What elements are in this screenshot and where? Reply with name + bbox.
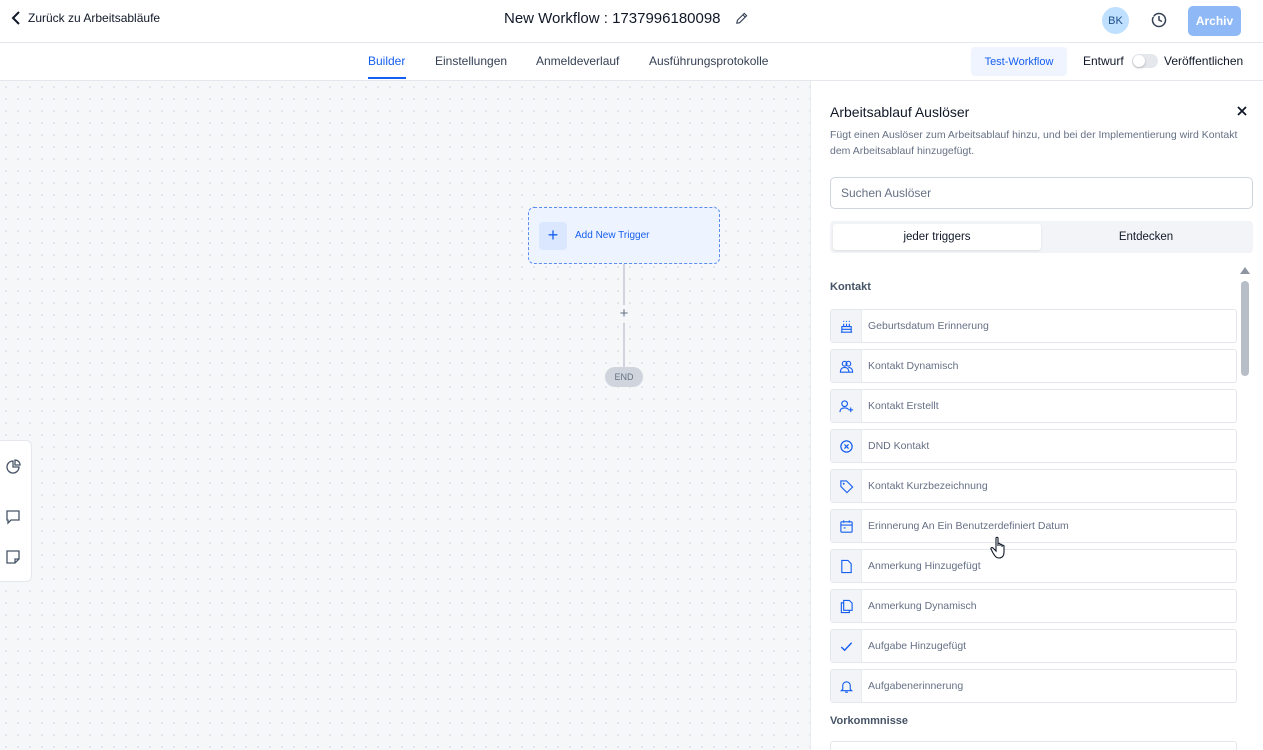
- add-trigger-label: Add New Trigger: [575, 230, 650, 241]
- chevron-left-icon: [11, 11, 20, 25]
- tab-ausfuehrungsprotokolle[interactable]: Ausführungsprotokolle: [649, 54, 768, 68]
- avatar[interactable]: BK: [1102, 7, 1129, 34]
- scroll-up-arrow[interactable]: [1240, 267, 1250, 274]
- trigger-item[interactable]: DND Kontakt: [830, 429, 1237, 463]
- trigger-filter-segmented: jeder triggers Entdecken: [830, 221, 1253, 253]
- trigger-item-label: Erinnerung An Ein Benutzerdefiniert Datu…: [868, 520, 1069, 532]
- cake-icon: [840, 320, 852, 333]
- panel-description: Fügt einen Auslöser zum Arbeitsablauf hi…: [830, 129, 1238, 157]
- tab-bar: Builder Einstellungen Anmeldeverlauf Aus…: [0, 43, 1263, 81]
- trigger-item-label: Aufgabe Hinzugefügt: [868, 640, 967, 652]
- sticky-note-icon[interactable]: [5, 549, 21, 565]
- section-title-vorkommnisse: Vorkommnisse: [830, 715, 909, 727]
- add-step-button[interactable]: +: [615, 305, 633, 323]
- check-icon: [840, 641, 852, 651]
- workflow-title: New Workflow : 1737996180098: [504, 10, 748, 27]
- publish-label: Veröffentlichen: [1164, 54, 1244, 68]
- plus-icon: +: [539, 221, 567, 250]
- trigger-item-label: Anmerkung Hinzugefügt: [868, 560, 981, 572]
- trigger-item[interactable]: Kontakt Erstellt: [830, 389, 1237, 423]
- scrollbar-thumb[interactable]: [1241, 281, 1249, 376]
- bell-icon: [839, 680, 853, 693]
- calendar-icon: [839, 519, 853, 533]
- back-label: Zurück zu Arbeitsabläufe: [28, 11, 161, 25]
- back-to-workflows-link[interactable]: Zurück zu Arbeitsabläufe: [10, 11, 160, 25]
- trigger-item-label: Aufgabenerinnerung: [868, 680, 964, 692]
- trigger-item[interactable]: Erinnerung An Ein Benutzerdefiniert Datu…: [830, 509, 1237, 543]
- trigger-item[interactable]: Kontakt Dynamisch: [830, 349, 1237, 383]
- trigger-item[interactable]: [830, 741, 1237, 750]
- search-trigger-input[interactable]: [830, 177, 1253, 209]
- trigger-item-label: Kontakt Dynamisch: [868, 360, 959, 372]
- canvas-toolbar: [0, 440, 32, 582]
- add-new-trigger-node[interactable]: + Add New Trigger: [528, 207, 720, 264]
- tag-icon: [839, 479, 853, 493]
- trigger-item[interactable]: Anmerkung Dynamisch: [830, 589, 1237, 623]
- trigger-item[interactable]: Aufgabe Hinzugefügt: [830, 629, 1237, 663]
- history-icon[interactable]: [1150, 11, 1168, 29]
- trigger-item-label: Geburtsdatum Erinnerung: [868, 320, 989, 332]
- trigger-item-label: Kontakt Erstellt: [868, 400, 939, 412]
- trigger-item-label: Kontakt Kurzbezeichnung: [868, 480, 988, 492]
- trigger-item-label: DND Kontakt: [868, 440, 930, 452]
- segment-all-triggers[interactable]: jeder triggers: [833, 224, 1041, 250]
- panel-title: Arbeitsablauf Auslöser: [830, 104, 970, 120]
- end-node: END: [605, 367, 643, 387]
- trigger-item[interactable]: Geburtsdatum Erinnerung: [830, 309, 1237, 343]
- trigger-item[interactable]: Kontakt Kurzbezeichnung: [830, 469, 1237, 503]
- hand-cursor-icon: [990, 536, 1005, 559]
- tab-anmeldeverlauf[interactable]: Anmeldeverlauf: [536, 54, 619, 68]
- draft-label: Entwurf: [1083, 54, 1124, 68]
- workflow-title-text: New Workflow : 1737996180098: [504, 10, 721, 27]
- archive-button[interactable]: Archiv: [1188, 6, 1241, 36]
- file-icon: [840, 559, 852, 573]
- x-circle-icon: [839, 439, 853, 453]
- comment-icon[interactable]: [5, 509, 21, 525]
- publish-toggle[interactable]: [1132, 54, 1158, 68]
- tab-builder[interactable]: Builder: [368, 54, 405, 68]
- top-bar: Zurück zu Arbeitsabläufe New Workflow : …: [0, 0, 1263, 43]
- trigger-panel: Arbeitsablauf Auslöser Fügt einen Auslös…: [810, 81, 1263, 750]
- users-icon: [839, 360, 853, 373]
- files-icon: [840, 599, 853, 613]
- pie-chart-icon[interactable]: [5, 459, 21, 475]
- trigger-list: Kontakt Geburtsdatum Erinnerung Kontakt …: [830, 269, 1238, 750]
- test-workflow-button[interactable]: Test-Workflow: [971, 47, 1067, 76]
- pencil-icon[interactable]: [735, 12, 748, 25]
- section-title-kontakt: Kontakt: [830, 281, 871, 293]
- trigger-item-label: Anmerkung Dynamisch: [868, 600, 977, 612]
- segment-discover[interactable]: Entdecken: [1042, 224, 1250, 250]
- user-plus-icon: [838, 399, 853, 412]
- tab-einstellungen[interactable]: Einstellungen: [435, 54, 507, 68]
- active-tab-indicator: [368, 77, 406, 79]
- trigger-item[interactable]: Aufgabenerinnerung: [830, 669, 1237, 703]
- workflow-canvas[interactable]: + Add New Trigger + END: [0, 81, 810, 750]
- close-icon[interactable]: [1235, 104, 1249, 118]
- trigger-item[interactable]: Anmerkung Hinzugefügt: [830, 549, 1237, 583]
